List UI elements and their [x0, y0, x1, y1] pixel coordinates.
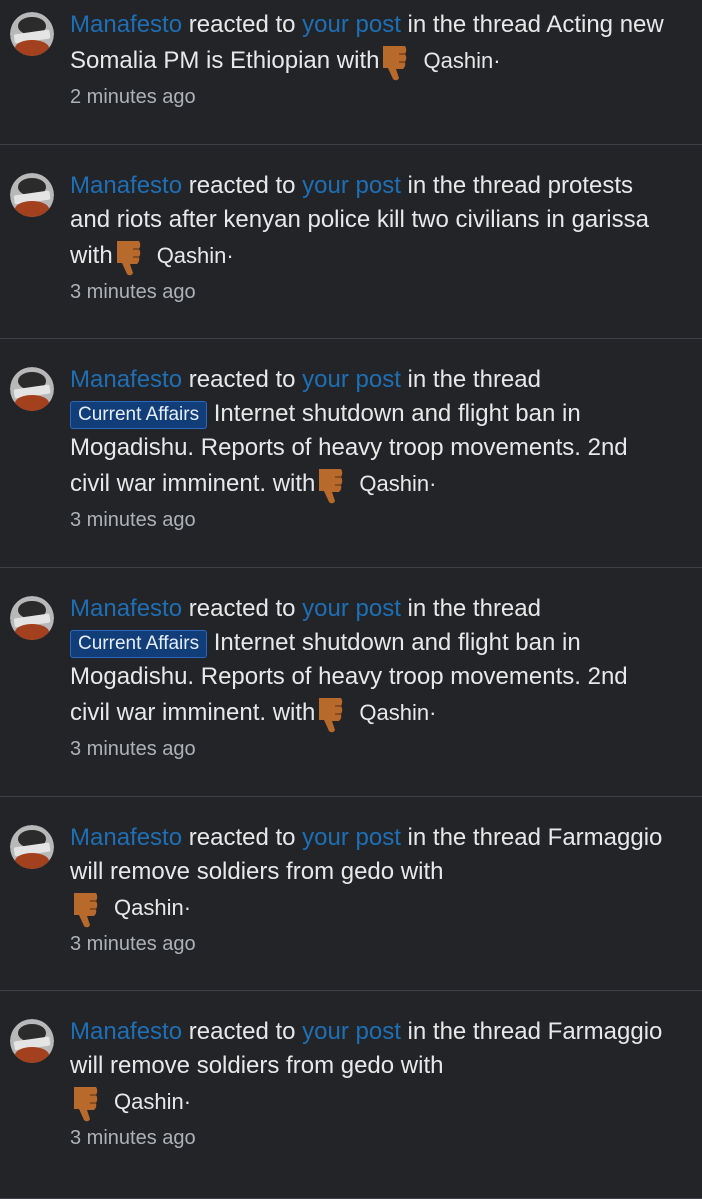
- post-link[interactable]: your post: [302, 366, 401, 393]
- thread-prefix: in the thread: [407, 11, 541, 38]
- username-link[interactable]: Manafesto: [70, 1018, 182, 1045]
- avatar[interactable]: [10, 1019, 54, 1063]
- thread-prefix: in the thread: [407, 366, 541, 393]
- username-link[interactable]: Manafesto: [70, 595, 182, 622]
- alert-time[interactable]: 3 minutes ago: [70, 931, 672, 957]
- thread-prefix: in the thread: [407, 172, 541, 199]
- alert-text: Manafesto reacted to your post in the th…: [70, 805, 672, 929]
- alert-text: Manafesto reacted to your post in the th…: [70, 347, 672, 505]
- reaction-separator: ·: [429, 700, 437, 725]
- alert-text: Manafesto reacted to your post in the th…: [70, 153, 672, 277]
- avatar[interactable]: [10, 367, 54, 411]
- username-link[interactable]: Manafesto: [70, 824, 182, 851]
- reaction-name: Qashin: [114, 895, 184, 920]
- alert-time[interactable]: 3 minutes ago: [70, 507, 672, 533]
- post-link[interactable]: your post: [302, 172, 401, 199]
- avatar[interactable]: [10, 596, 54, 640]
- alert-verb: reacted to: [188, 1018, 296, 1045]
- alert-time[interactable]: 3 minutes ago: [70, 1125, 672, 1151]
- alert-verb: reacted to: [188, 824, 296, 851]
- reaction-separator: ·: [429, 471, 437, 496]
- reaction-separator: ·: [493, 48, 501, 73]
- alert-time[interactable]: 3 minutes ago: [70, 279, 672, 305]
- thread-prefix: in the thread: [407, 824, 541, 851]
- alert-item[interactable]: Manafesto reacted to your post in the th…: [0, 145, 702, 339]
- thread-prefix: in the thread: [407, 595, 541, 622]
- alert-item[interactable]: Manafesto reacted to your post in the th…: [0, 991, 702, 1199]
- reaction-separator: ·: [183, 895, 192, 920]
- thread-prefix: in the thread: [407, 1018, 541, 1045]
- alert-verb: reacted to: [188, 366, 296, 393]
- alert-verb: reacted to: [188, 595, 296, 622]
- alert-time[interactable]: 2 minutes ago: [70, 84, 672, 110]
- alert-item[interactable]: Manafesto reacted to your post in the th…: [0, 0, 702, 145]
- reaction-separator: ·: [226, 243, 234, 268]
- alert-item[interactable]: Manafesto reacted to your post in the th…: [0, 568, 702, 797]
- with-word: with: [272, 699, 316, 726]
- thumbs-down-icon: [379, 42, 423, 82]
- alert-item[interactable]: Manafesto reacted to your post in the th…: [0, 797, 702, 991]
- thumbs-down-icon: [315, 694, 359, 734]
- alert-verb: reacted to: [188, 11, 296, 38]
- thread-prefix-tag[interactable]: Current Affairs: [70, 401, 208, 429]
- avatar[interactable]: [10, 173, 54, 217]
- with-word: with: [400, 1052, 444, 1079]
- post-link[interactable]: your post: [302, 11, 401, 38]
- thumbs-down-icon: [315, 465, 359, 505]
- thumbs-down-icon: [70, 889, 114, 929]
- alert-text: Manafesto reacted to your post in the th…: [70, 8, 672, 82]
- thumbs-down-icon: [70, 1083, 114, 1123]
- post-link[interactable]: your post: [302, 824, 401, 851]
- alert-time[interactable]: 3 minutes ago: [70, 736, 672, 762]
- reaction-name: Qashin: [359, 471, 430, 496]
- post-link[interactable]: your post: [302, 1018, 401, 1045]
- username-link[interactable]: Manafesto: [70, 172, 182, 199]
- reaction-name: Qashin: [156, 243, 227, 268]
- thread-prefix-tag[interactable]: Current Affairs: [70, 630, 208, 658]
- post-link[interactable]: your post: [302, 595, 401, 622]
- avatar[interactable]: [10, 12, 54, 56]
- with-word: with: [70, 242, 113, 269]
- alert-text: Manafesto reacted to your post in the th…: [70, 576, 672, 734]
- reaction-name: Qashin: [423, 48, 494, 73]
- thumbs-down-icon: [113, 237, 157, 277]
- with-word: with: [272, 470, 316, 497]
- reaction-name: Qashin: [114, 1089, 184, 1114]
- with-word: with: [400, 858, 444, 885]
- reaction-separator: ·: [183, 1089, 192, 1114]
- alerts-list: Manafesto reacted to your post in the th…: [0, 0, 702, 1199]
- alert-item[interactable]: Manafesto reacted to your post in the th…: [0, 339, 702, 568]
- alert-text: Manafesto reacted to your post in the th…: [70, 999, 672, 1123]
- username-link[interactable]: Manafesto: [70, 366, 182, 393]
- avatar[interactable]: [10, 825, 54, 869]
- with-word: with: [336, 47, 380, 74]
- reaction-name: Qashin: [359, 700, 430, 725]
- username-link[interactable]: Manafesto: [70, 11, 182, 38]
- alert-verb: reacted to: [188, 172, 296, 199]
